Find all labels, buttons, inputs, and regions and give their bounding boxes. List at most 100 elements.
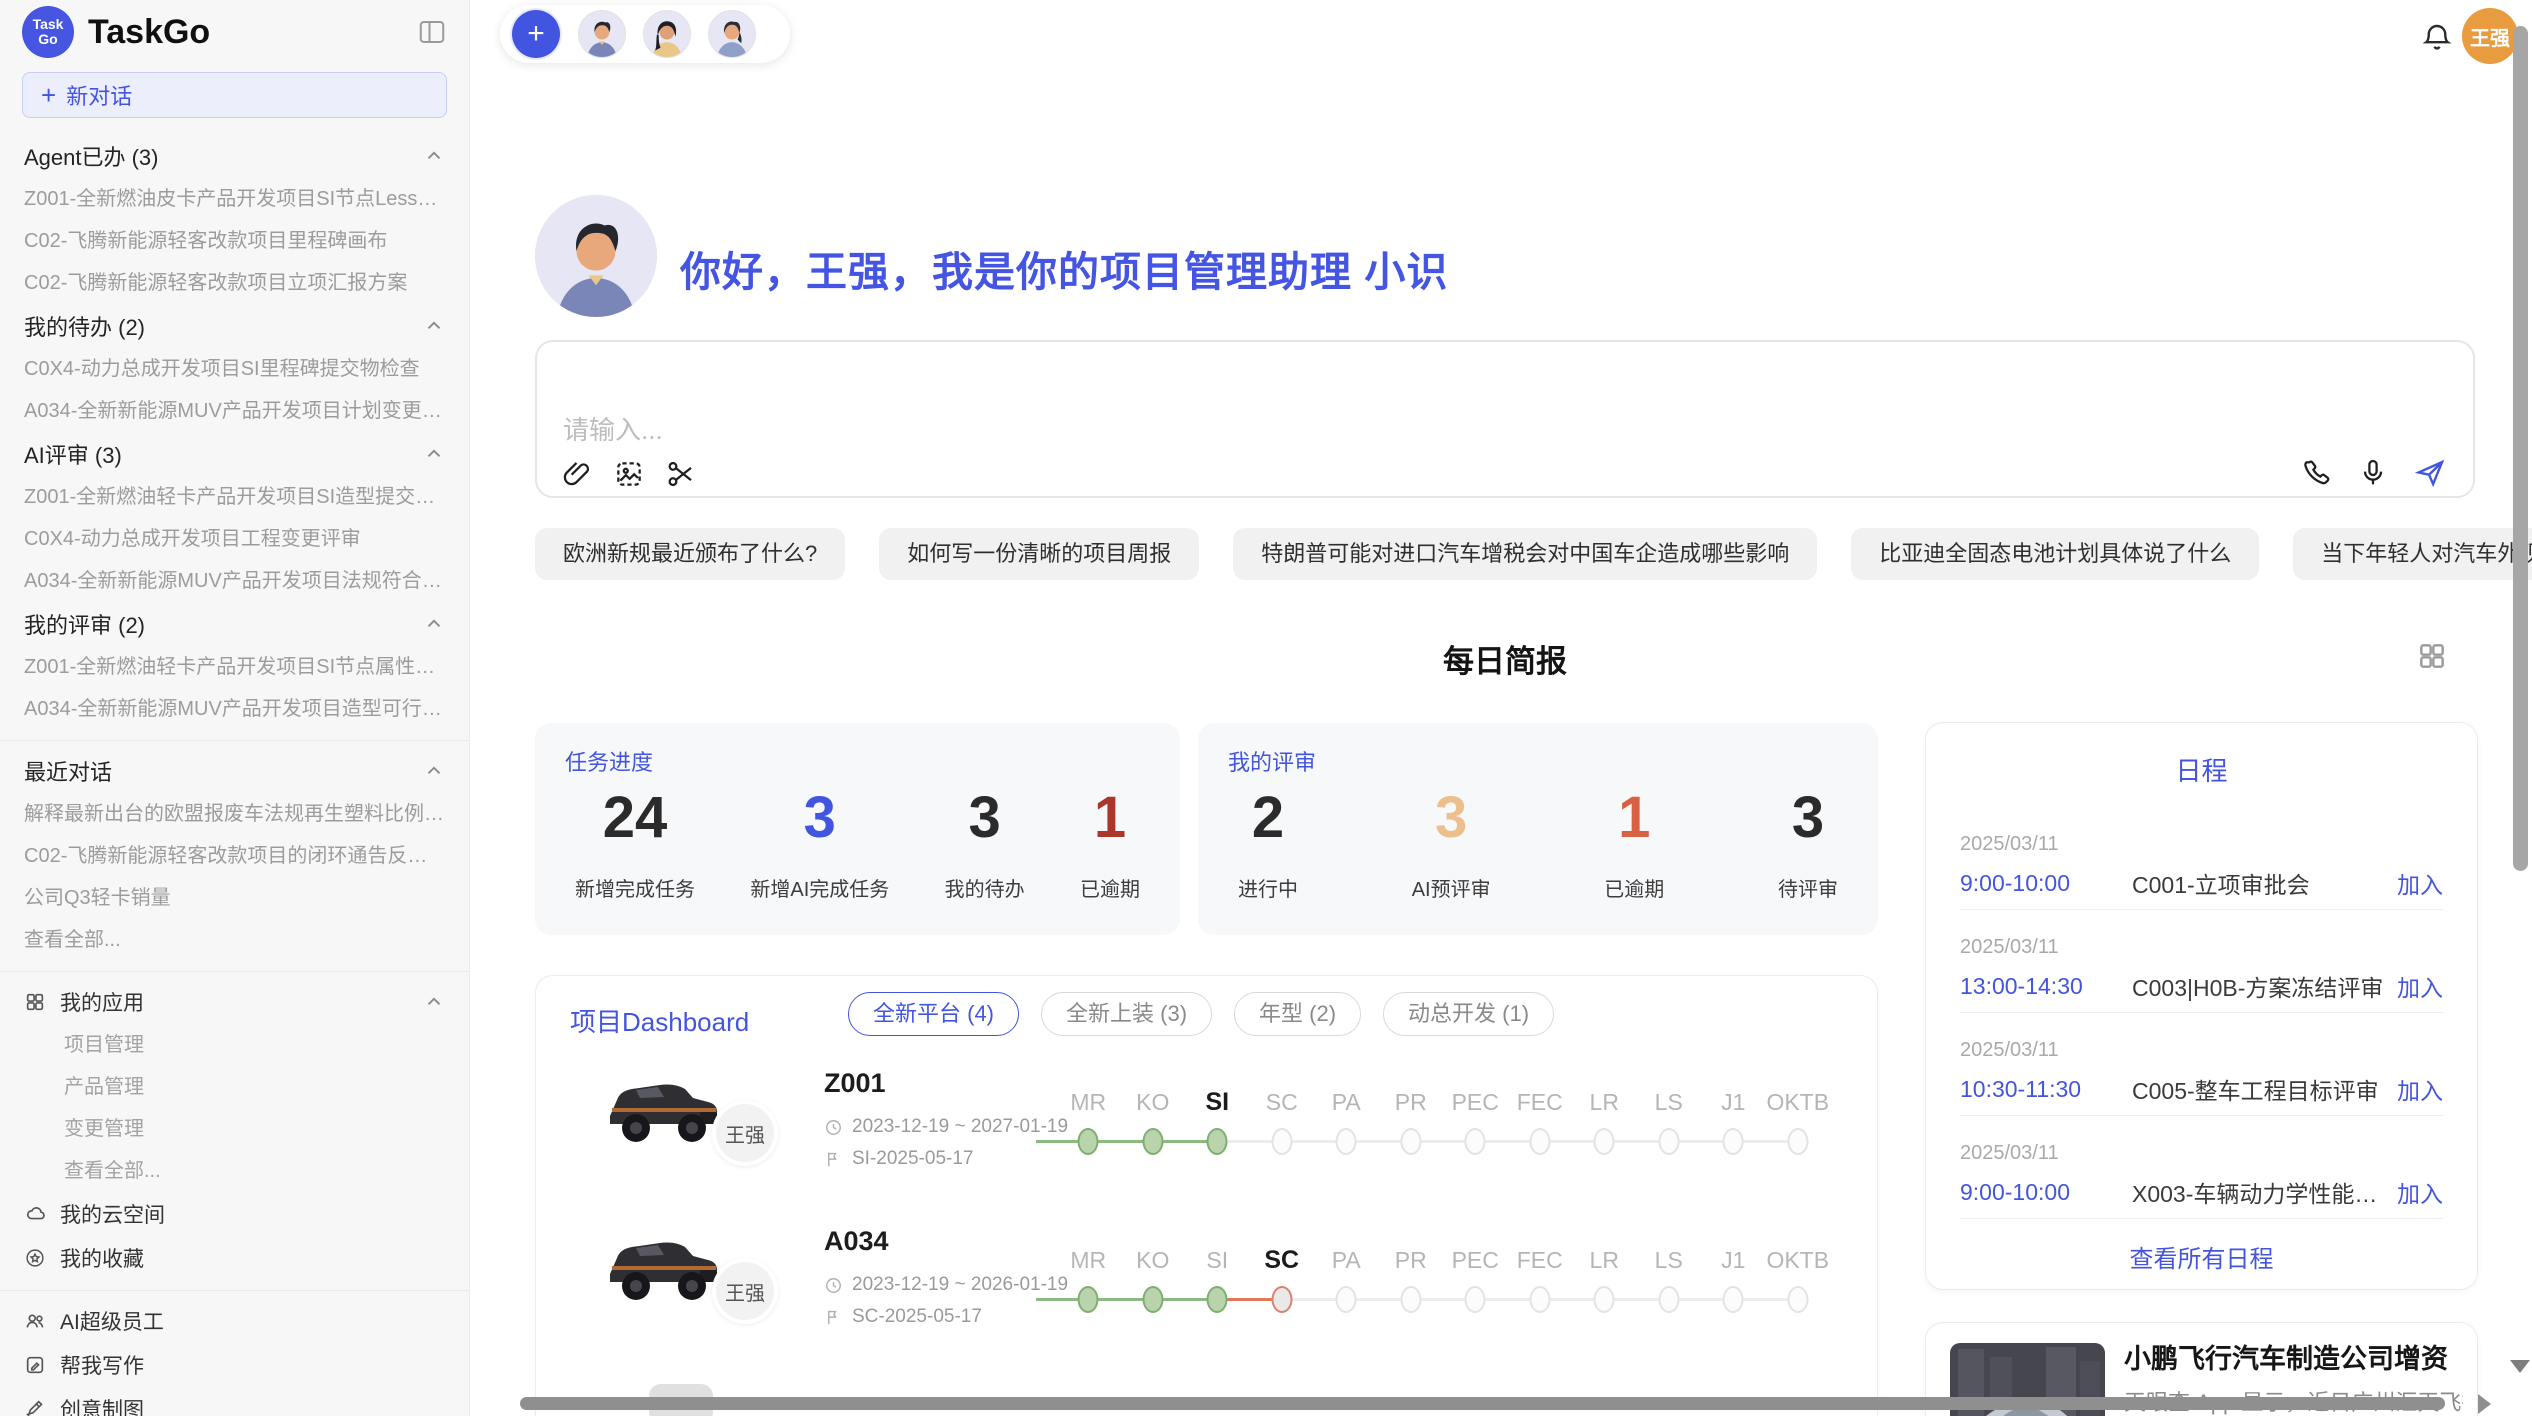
- notification-bell-icon[interactable]: [2419, 20, 2455, 56]
- news-title: 小鹏飞行汽车制造公司增资: [2124, 1337, 2457, 1376]
- filter-tab[interactable]: 全新上装 (3): [1041, 992, 1212, 1036]
- user-avatar[interactable]: 王强: [2462, 8, 2518, 64]
- sidebar-item-help-me-write[interactable]: 帮我写作: [0, 1343, 469, 1387]
- sidebar-item-label: 我的收藏: [60, 1243, 445, 1273]
- list-item[interactable]: A034-全新新能源MUV产品开发项目法规符合性评审: [0, 560, 469, 602]
- schedule-item: 2025/03/11 10:30-11:30 C005-整车工程目标评审 加入: [1960, 1039, 2443, 1106]
- chevron-up-icon[interactable]: [423, 613, 445, 635]
- sidebar-item-favorites[interactable]: 我的收藏: [0, 1236, 469, 1280]
- list-item[interactable]: C02-飞腾新能源轻客改款项目立项汇报方案: [0, 262, 469, 304]
- list-item[interactable]: Z001-全新燃油轻卡产品开发项目SI节点属性5D文件评审: [0, 646, 469, 688]
- sidebar-item-creative-drawing[interactable]: 创意制图: [0, 1387, 469, 1416]
- section-my-review[interactable]: 我的评审 (2): [0, 602, 469, 646]
- list-item[interactable]: Z001-全新燃油轻卡产品开发项目SI造型提交物评审: [0, 476, 469, 518]
- milestone-PEC: PEC: [1443, 1084, 1508, 1162]
- avatar[interactable]: [578, 10, 626, 58]
- list-item[interactable]: 公司Q3轻卡销量: [0, 877, 469, 919]
- milestone-SI: SI: [1185, 1242, 1250, 1320]
- milestone-SI: SI: [1185, 1084, 1250, 1162]
- project-row[interactable]: 王强 A034 2023-12-19 ~ 2026-01-19 SC-2025-…: [536, 1212, 1877, 1364]
- horizontal-scrollbar[interactable]: [520, 1397, 2445, 1410]
- join-button[interactable]: 加入: [2397, 1072, 2443, 1106]
- app-root: Task Go TaskGo + 新对话 Agent已办 (3) Z001-全新…: [0, 0, 2532, 1416]
- stat: 3 我的待办: [945, 787, 1025, 902]
- flag-icon: [824, 1150, 843, 1169]
- sidebar-item-change-mgmt[interactable]: 变更管理: [0, 1108, 469, 1150]
- phone-icon[interactable]: [2301, 457, 2333, 489]
- milestone-node: [1594, 1286, 1615, 1313]
- sidebar-item-ai-super-staff[interactable]: AI超级员工: [0, 1299, 469, 1343]
- send-icon[interactable]: [2413, 456, 2447, 490]
- list-item[interactable]: C0X4-动力总成开发项目工程变更评审: [0, 518, 469, 560]
- sidebar-item-cloud-space[interactable]: 我的云空间: [0, 1192, 469, 1236]
- project-owner-avatar: 王强: [712, 1100, 778, 1166]
- attachment-icon[interactable]: [561, 458, 593, 490]
- new-chat-button[interactable]: + 新对话: [22, 72, 447, 118]
- filter-tab[interactable]: 动总开发 (1): [1383, 992, 1554, 1036]
- suggestion-chip[interactable]: 如何写一份清晰的项目周报: [879, 528, 1199, 580]
- divider: [1960, 909, 2443, 910]
- sidebar-item-product-mgmt[interactable]: 产品管理: [0, 1066, 469, 1108]
- join-button[interactable]: 加入: [2397, 969, 2443, 1003]
- list-item[interactable]: A034-全新新能源MUV产品开发项目造型可行性评审: [0, 688, 469, 730]
- chat-input-box[interactable]: 请输入...: [535, 340, 2475, 498]
- layout-grid-icon[interactable]: [2416, 640, 2448, 672]
- milestone-node: [1658, 1286, 1679, 1313]
- milestone-KO: KO: [1121, 1242, 1186, 1320]
- stat-label: 已逾期: [1080, 873, 1140, 902]
- stat-value: 3: [968, 787, 1000, 849]
- milestone-PEC: PEC: [1443, 1242, 1508, 1320]
- sidebar-body: Agent已办 (3) Z001-全新燃油皮卡产品开发项目SI节点Lesson …: [0, 118, 469, 1416]
- vertical-scrollbar[interactable]: [2513, 26, 2528, 871]
- stat: 1 已逾期: [1604, 787, 1664, 902]
- section-recent-chats[interactable]: 最近对话: [0, 749, 469, 793]
- section-my-todo[interactable]: 我的待办 (2): [0, 304, 469, 348]
- image-icon[interactable]: [613, 458, 645, 490]
- scroll-down-arrow[interactable]: [2510, 1360, 2530, 1373]
- schedule-time: 9:00-10:00: [1960, 870, 2132, 897]
- grid-icon: [24, 991, 46, 1013]
- chevron-up-icon[interactable]: [423, 443, 445, 465]
- sidebar-item-my-apps[interactable]: 我的应用: [0, 980, 469, 1024]
- clock-icon: [824, 1118, 843, 1137]
- schedule-event-title: C005-整车工程目标评审: [2132, 1072, 2385, 1106]
- suggestion-chip[interactable]: 比亚迪全固态电池计划具体说了什么: [1851, 528, 2259, 580]
- filter-tab[interactable]: 全新平台 (4): [848, 992, 1019, 1036]
- avatar[interactable]: [708, 10, 756, 58]
- microphone-icon[interactable]: [2357, 457, 2389, 489]
- milestone-LS: LS: [1637, 1242, 1702, 1320]
- section-agent-done[interactable]: Agent已办 (3): [0, 134, 469, 178]
- suggestion-chip[interactable]: 当下年轻人对汽车外观有怎样的喜好趋势: [2293, 528, 2532, 580]
- project-row[interactable]: 王强 Z001 2023-12-19 ~ 2027-01-19 SI-2025-…: [536, 1054, 1877, 1206]
- list-item[interactable]: A034-全新新能源MUV产品开发项目计划变更表编写: [0, 390, 469, 432]
- milestone-OKTB: OKTB: [1766, 1242, 1831, 1320]
- join-button[interactable]: 加入: [2397, 1175, 2443, 1209]
- write-box-icon: [24, 1354, 46, 1376]
- schedule-time: 13:00-14:30: [1960, 973, 2132, 1000]
- view-all-apps[interactable]: 查看全部...: [0, 1150, 469, 1192]
- chevron-up-icon[interactable]: [423, 315, 445, 337]
- suggestion-chip[interactable]: 特朗普可能对进口汽车增税会对中国车企造成哪些影响: [1233, 528, 1817, 580]
- join-button[interactable]: 加入: [2397, 866, 2443, 900]
- list-item[interactable]: Z001-全新燃油皮卡产品开发项目SI节点Lesson Learn报告: [0, 178, 469, 220]
- add-agent-button[interactable]: +: [512, 10, 560, 58]
- avatar[interactable]: [643, 10, 691, 58]
- sidebar-item-project-mgmt[interactable]: 项目管理: [0, 1024, 469, 1066]
- schedule-date: 2025/03/11: [1960, 833, 2443, 856]
- chevron-up-icon[interactable]: [423, 760, 445, 782]
- suggestion-chip[interactable]: 欧洲新规最近颁布了什么?: [535, 528, 845, 580]
- list-item[interactable]: C02-飞腾新能源轻客改款项目里程碑画布: [0, 220, 469, 262]
- scissors-icon[interactable]: [665, 458, 697, 490]
- sidebar-collapse-icon[interactable]: [417, 17, 447, 47]
- view-all-chats[interactable]: 查看全部...: [0, 919, 469, 961]
- filter-tab[interactable]: 年型 (2): [1234, 992, 1361, 1036]
- list-item[interactable]: C02-飞腾新能源轻客改款项目的闭环通告反馈情况: [0, 835, 469, 877]
- chevron-up-icon[interactable]: [423, 145, 445, 167]
- section-ai-review[interactable]: AI评审 (3): [0, 432, 469, 476]
- view-all-schedule-link[interactable]: 查看所有日程: [1926, 1239, 2477, 1274]
- chevron-up-icon[interactable]: [423, 991, 445, 1013]
- scroll-right-arrow[interactable]: [2478, 1394, 2491, 1414]
- greeting-text: 你好，王强，我是你的项目管理助理 小识: [680, 238, 1448, 298]
- list-item[interactable]: C0X4-动力总成开发项目SI里程碑提交物检查: [0, 348, 469, 390]
- list-item[interactable]: 解释最新出台的欧盟报废车法规再生塑料比例被调至15%...: [0, 793, 469, 835]
